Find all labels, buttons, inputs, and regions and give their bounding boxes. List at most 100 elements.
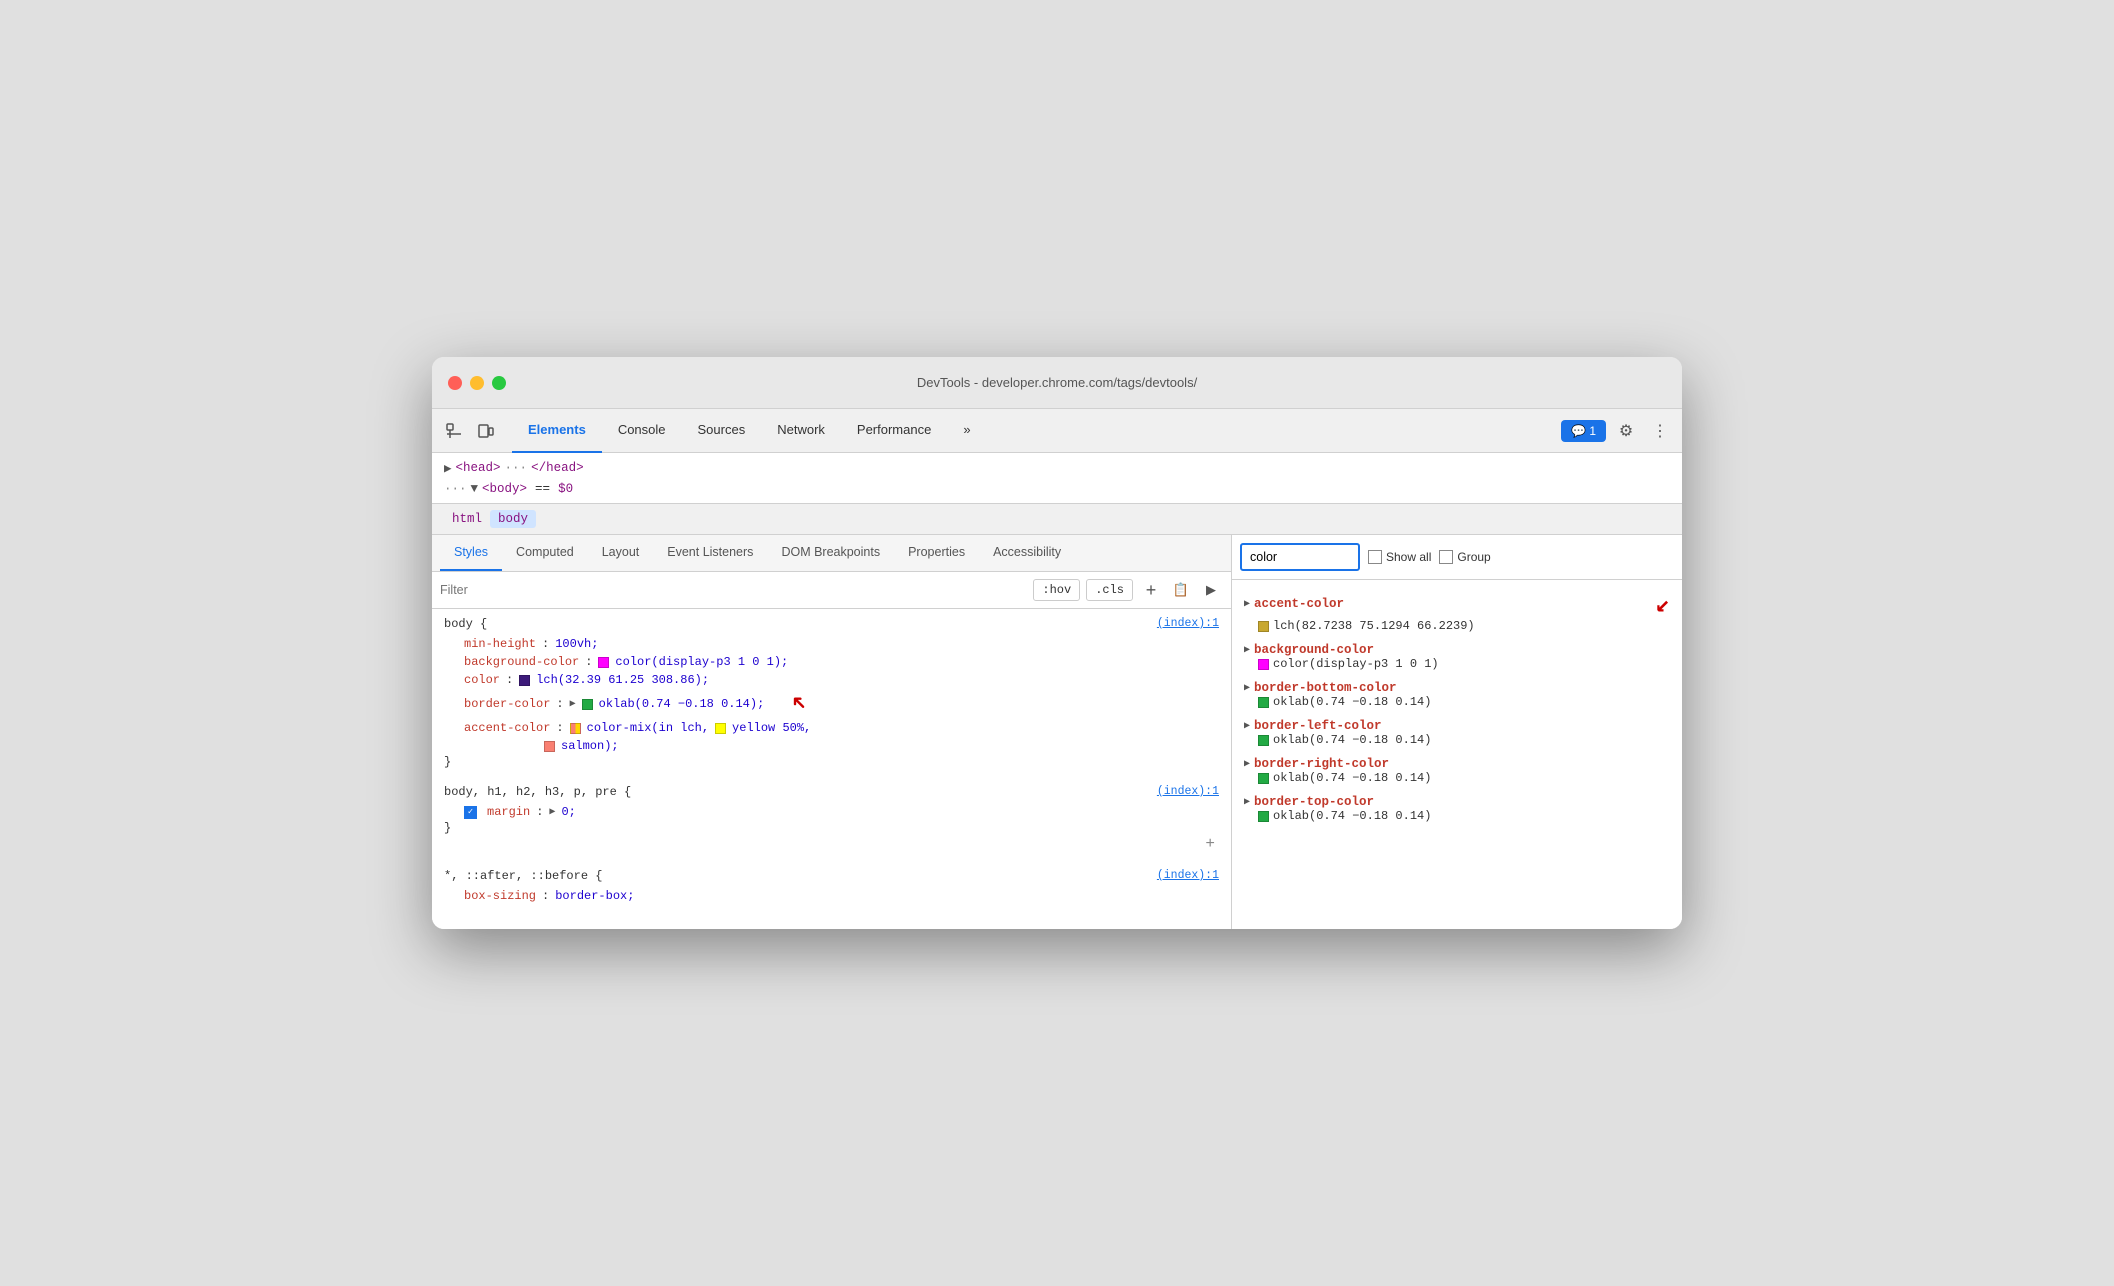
css-prop-min-height: min-height : 100vh; — [444, 635, 1219, 653]
more-options-icon[interactable]: ⋮ — [1646, 417, 1674, 445]
inspect-icon[interactable] — [440, 417, 468, 445]
expand-arrow-icon-btc[interactable]: ▶ — [1244, 796, 1250, 808]
css-prop-border-color: border-color : ▶ oklab(0.74 −0.18 0.14);… — [444, 689, 1219, 719]
computed-value: lch(82.7238 75.1294 66.2239) — [1244, 619, 1670, 633]
tab-elements[interactable]: Elements — [512, 409, 602, 453]
close-button[interactable] — [448, 376, 462, 390]
settings-icon[interactable]: ⚙ — [1612, 417, 1640, 445]
salmon-swatch[interactable] — [544, 741, 555, 752]
tab-computed[interactable]: Computed — [502, 535, 588, 571]
css-selector-3: *, ::after, ::before { — [444, 869, 602, 883]
prop-value: lch(32.39 61.25 308.86); — [536, 673, 709, 687]
devtools-panel: Elements Console Sources Network Perform… — [432, 409, 1682, 929]
rule-header-2: body, h1, h2, h3, p, pre { (index):1 — [444, 785, 1219, 799]
prop-value-yellow: yellow 50%, — [732, 721, 811, 735]
computed-value-btc: oklab(0.74 −0.18 0.14) — [1244, 809, 1670, 823]
tab-layout[interactable]: Layout — [588, 535, 654, 571]
prop-name-margin: margin — [487, 805, 530, 819]
breadcrumb-html[interactable]: html — [444, 510, 490, 528]
css-prop-background-color: background-color : color(display-p3 1 0 … — [444, 653, 1219, 671]
color-swatch-border[interactable] — [582, 699, 593, 710]
device-toggle-icon[interactable] — [472, 417, 500, 445]
hov-button[interactable]: :hov — [1033, 579, 1080, 601]
css-rules: body { (index):1 min-height : 100vh; bac… — [432, 609, 1231, 929]
add-rule-icon[interactable]: + — [1139, 578, 1163, 602]
computed-swatch-blc[interactable] — [1258, 735, 1269, 746]
prop-name: background-color — [464, 655, 579, 669]
css-prop-accent-color: accent-color : color-mix(in lch, yellow … — [444, 719, 1219, 737]
expand-arrow-icon-brc[interactable]: ▶ — [1244, 758, 1250, 770]
computed-prop-accent-color[interactable]: ▶ accent-color ↙ lch(82.7238 75.1294 66.… — [1232, 584, 1682, 638]
prop-name: min-height — [464, 637, 536, 651]
tab-performance[interactable]: Performance — [841, 409, 947, 453]
titlebar: DevTools - developer.chrome.com/tags/dev… — [432, 357, 1682, 409]
tab-console[interactable]: Console — [602, 409, 682, 453]
tab-event-listeners[interactable]: Event Listeners — [653, 535, 767, 571]
expand-margin-icon[interactable]: ▶ — [549, 806, 555, 818]
head-element[interactable]: ▶ <head> ··· </head> — [444, 457, 1670, 479]
tab-accessibility[interactable]: Accessibility — [979, 535, 1075, 571]
expand-arrow-icon-bg[interactable]: ▶ — [1244, 644, 1250, 656]
toggle-icon[interactable]: ▶ — [1199, 578, 1223, 602]
toolbar-icons — [440, 417, 500, 445]
arrow-annotation-accent: ↙ — [1656, 589, 1670, 619]
computed-search-bar: Show all Group — [1232, 535, 1682, 580]
computed-swatch-bbc[interactable] — [1258, 697, 1269, 708]
maximize-button[interactable] — [492, 376, 506, 390]
computed-search-input[interactable] — [1240, 543, 1360, 571]
filter-input[interactable] — [440, 583, 1027, 597]
arrow-annotation-border: ➜ — [783, 689, 812, 718]
tab-properties[interactable]: Properties — [894, 535, 979, 571]
tab-dom-breakpoints[interactable]: DOM Breakpoints — [767, 535, 894, 571]
new-rule-icon[interactable]: 📋 — [1169, 578, 1193, 602]
computed-prop-border-left-color[interactable]: ▶ border-left-color oklab(0.74 −0.18 0.1… — [1232, 714, 1682, 752]
add-prop-button[interactable]: + — [1205, 835, 1215, 853]
prop-name-box-sizing: box-sizing — [464, 889, 536, 903]
computed-properties: ▶ accent-color ↙ lch(82.7238 75.1294 66.… — [1232, 580, 1682, 929]
computed-prop-background-color[interactable]: ▶ background-color color(display-p3 1 0 … — [1232, 638, 1682, 676]
close-brace: } — [444, 755, 1219, 769]
main-tabs: Elements Console Sources Network Perform… — [512, 409, 987, 452]
group-checkbox[interactable] — [1439, 550, 1453, 564]
css-checkbox-margin[interactable]: ✓ — [464, 806, 477, 819]
chat-badge[interactable]: 💬 1 — [1561, 420, 1606, 442]
computed-prop-border-top-color[interactable]: ▶ border-top-color oklab(0.74 −0.18 0.14… — [1232, 790, 1682, 828]
computed-swatch-accent[interactable] — [1258, 621, 1269, 632]
filter-bar: :hov .cls + 📋 ▶ — [432, 572, 1231, 609]
yellow-swatch[interactable] — [715, 723, 726, 734]
minimize-button[interactable] — [470, 376, 484, 390]
css-file-link-2[interactable]: (index):1 — [1157, 785, 1219, 798]
css-file-link-3[interactable]: (index):1 — [1157, 869, 1219, 882]
expand-arrow-icon[interactable]: ▶ — [1244, 598, 1250, 610]
prop-value-salmon: salmon); — [561, 739, 619, 753]
css-file-link[interactable]: (index):1 — [1157, 617, 1219, 630]
prop-name: color — [464, 673, 500, 687]
computed-prop-border-bottom-color[interactable]: ▶ border-bottom-color oklab(0.74 −0.18 0… — [1232, 676, 1682, 714]
rule-footer: + — [444, 835, 1219, 853]
computed-prop-border-right-color[interactable]: ▶ border-right-color oklab(0.74 −0.18 0.… — [1232, 752, 1682, 790]
computed-swatch-btc[interactable] — [1258, 811, 1269, 822]
tab-sources[interactable]: Sources — [682, 409, 762, 453]
prop-value: oklab(0.74 −0.18 0.14); — [599, 697, 765, 711]
prop-name: accent-color — [464, 721, 550, 735]
expand-triangle-icon[interactable]: ▶ — [570, 698, 576, 710]
css-rule-body-headings: body, h1, h2, h3, p, pre { (index):1 ✓ m… — [444, 785, 1219, 853]
color-swatch-bg[interactable] — [598, 657, 609, 668]
cls-button[interactable]: .cls — [1086, 579, 1133, 601]
show-all-checkbox[interactable] — [1368, 550, 1382, 564]
tab-more[interactable]: » — [947, 409, 986, 453]
tab-network[interactable]: Network — [761, 409, 841, 453]
computed-name: ▶ accent-color ↙ — [1244, 589, 1670, 619]
css-rule-universal: *, ::after, ::before { (index):1 box-siz… — [444, 869, 1219, 905]
computed-value-brc: oklab(0.74 −0.18 0.14) — [1244, 771, 1670, 785]
computed-name-btc: ▶ border-top-color — [1244, 795, 1670, 809]
expand-arrow-icon-blc[interactable]: ▶ — [1244, 720, 1250, 732]
expand-arrow-icon-bbc[interactable]: ▶ — [1244, 682, 1250, 694]
mixed-color-swatch[interactable] — [570, 723, 581, 734]
computed-swatch-brc[interactable] — [1258, 773, 1269, 784]
breadcrumb-body[interactable]: body — [490, 510, 536, 528]
body-element[interactable]: ··· ▼ <body> == $0 — [444, 479, 1670, 499]
tab-styles[interactable]: Styles — [440, 535, 502, 571]
computed-swatch-bg[interactable] — [1258, 659, 1269, 670]
color-swatch-color[interactable] — [519, 675, 530, 686]
